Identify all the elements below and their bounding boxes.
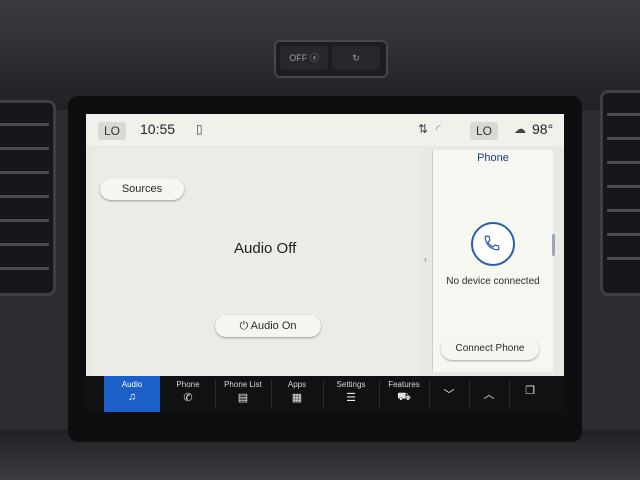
wifi-icon: ◜	[436, 122, 441, 136]
phone-panel: Phone No device connected Connect Phone	[432, 150, 553, 372]
apps-grid-icon: ▦	[291, 392, 303, 404]
split-window-icon: ❐	[525, 385, 535, 397]
weather-icon: ☁	[514, 122, 526, 136]
data-transfer-icon: ⇅	[418, 122, 429, 136]
settings-sliders-icon: ☰	[346, 392, 356, 404]
nav-settings[interactable]: Settings ☰	[324, 376, 378, 412]
sources-button[interactable]: Sources	[100, 178, 184, 200]
nav-phone[interactable]: Phone ✆	[162, 376, 214, 412]
hardware-button-cluster: OFF ⓐ ↻	[274, 40, 388, 78]
nav-split-view[interactable]: ❐	[510, 376, 550, 412]
bottom-nav-bar: Audio ♫ Phone ✆ Phone List ▤ Apps ▦ Sett…	[86, 376, 564, 412]
phone-call-icon	[471, 222, 515, 266]
left-climate-setting[interactable]: LO	[98, 122, 127, 140]
clock: 10:55	[140, 121, 176, 137]
air-vent-right	[600, 90, 640, 296]
audio-on-label: Audio On	[250, 320, 297, 332]
phone-icon: ✆	[183, 392, 193, 404]
truck-icon: ⛟	[397, 391, 411, 403]
chevron-up-icon: ︿	[483, 389, 495, 401]
phone-device-icon: ▯	[196, 122, 203, 136]
air-vent-left	[0, 100, 56, 296]
outside-temperature: 98°	[532, 121, 554, 137]
nav-phone-label: Phone	[176, 380, 200, 389]
right-climate-setting[interactable]: LO	[470, 122, 499, 140]
status-bar: LO 10:55 ▯ ⇅ ◜ LO ☁ 98°	[86, 114, 564, 146]
nav-settings-label: Settings	[336, 380, 366, 389]
audio-panel: Sources Audio Off ⏻ Audio On	[94, 150, 422, 376]
no-device-message: No device connected	[446, 276, 540, 287]
chevron-down-icon: ﹀	[443, 389, 455, 401]
infotainment-screen: LO 10:55 ▯ ⇅ ◜ LO ☁ 98° Sources Audio Of…	[86, 114, 564, 412]
nav-phone-list-label: Phone List	[224, 380, 262, 389]
assist-button[interactable]: ↻	[332, 46, 380, 70]
nav-features[interactable]: Features ⛟	[380, 376, 428, 412]
nav-features-label: Features	[388, 380, 420, 389]
nav-audio[interactable]: Audio ♫	[104, 376, 160, 412]
connect-phone-button[interactable]: Connect Phone	[441, 338, 539, 360]
nav-chevron-up[interactable]: ︿	[470, 376, 508, 412]
chevron-left-icon[interactable]: ‹	[424, 254, 427, 264]
hazard-off-button[interactable]: OFF ⓐ	[280, 46, 328, 70]
power-icon: ⏻	[239, 320, 249, 332]
audio-status-text: Audio Off	[234, 240, 297, 257]
music-note-icon: ♫	[127, 391, 137, 403]
phone-list-icon: ▤	[237, 392, 249, 404]
panel-scroll-handle[interactable]	[552, 234, 555, 256]
nav-phone-list[interactable]: Phone List ▤	[216, 376, 270, 412]
phone-panel-title: Phone	[477, 152, 509, 164]
nav-chevron-down[interactable]: ﹀	[430, 376, 468, 412]
nav-apps-label: Apps	[287, 380, 307, 389]
nav-audio-label: Audio	[121, 380, 143, 389]
nav-apps[interactable]: Apps ▦	[272, 376, 322, 412]
audio-on-button[interactable]: ⏻ Audio On	[215, 315, 321, 337]
